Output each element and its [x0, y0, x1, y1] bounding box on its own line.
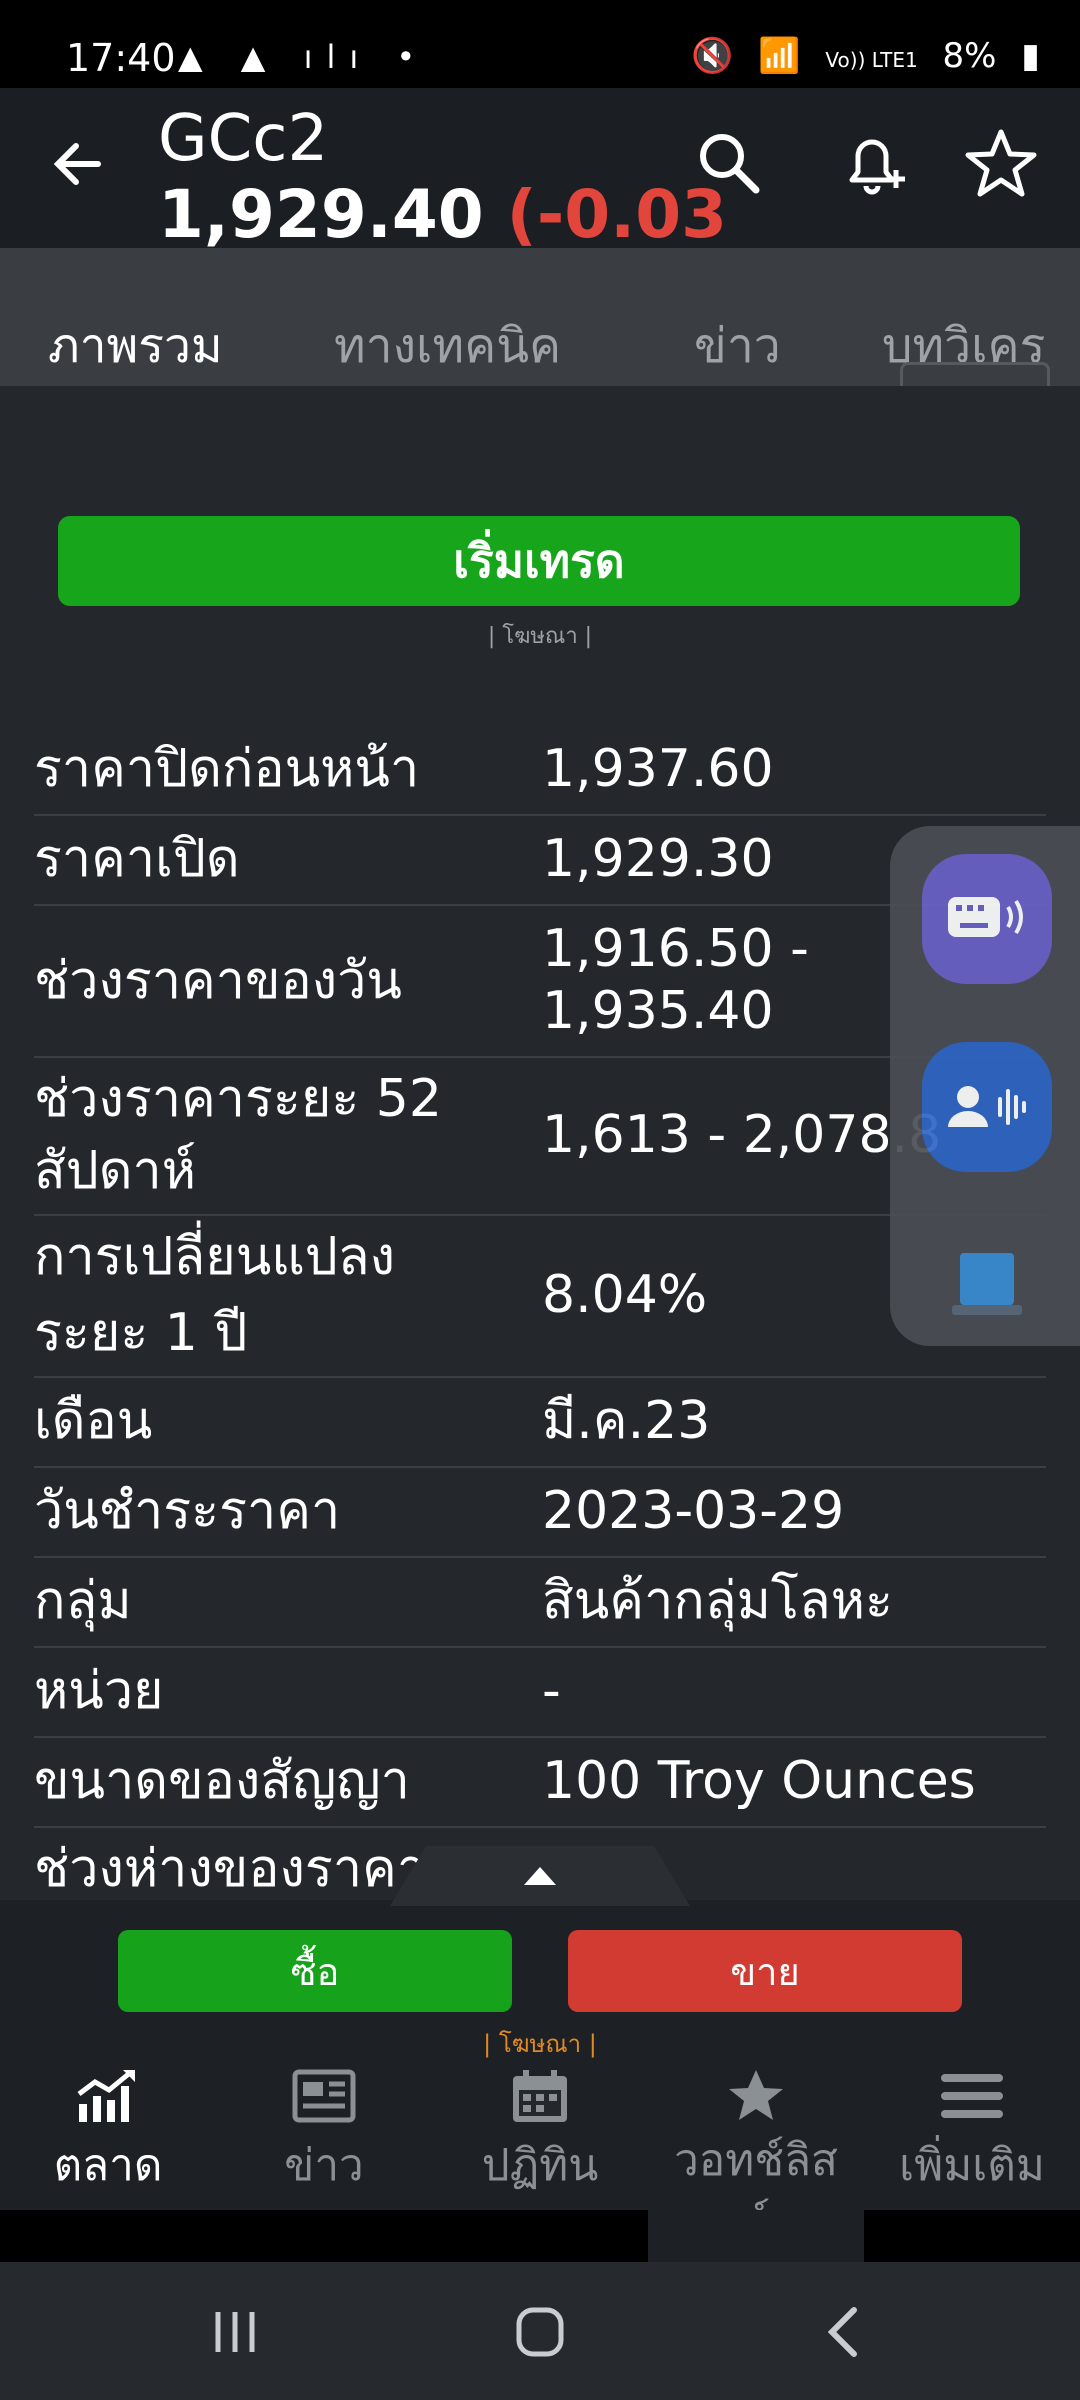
recent-apps-icon[interactable] — [200, 2302, 270, 2362]
info-label: ราคาปิดก่อนหน้า — [34, 739, 420, 799]
ad-label: | โฆษณา | — [487, 624, 593, 649]
info-value: 2023-03-29 — [542, 1481, 845, 1541]
nav-item-calendar[interactable]: ปฏิทิน — [432, 2066, 648, 2200]
info-label: วันชำระราคา — [34, 1481, 341, 1541]
price-line: 1,929.40 (-0.03 — [158, 176, 727, 253]
start-trade-button[interactable]: เริ่มเทรด — [58, 516, 1020, 606]
info-label: กลุ่ม — [34, 1571, 132, 1631]
info-value: 1,937.60 — [542, 739, 774, 799]
wifi-icon: 📶 — [758, 36, 801, 76]
system-nav-bar — [0, 2262, 1080, 2400]
chart-range-chip[interactable] — [900, 362, 1050, 386]
info-value: 100 Troy Ounces — [542, 1751, 976, 1811]
chart-icon — [77, 2070, 135, 2122]
info-label-line: สัปดาห์ — [34, 1141, 196, 1201]
back-icon[interactable] — [810, 2302, 880, 2362]
battery-icon: ▮ — [1021, 36, 1040, 76]
add-alert-bell-icon[interactable] — [838, 126, 912, 200]
status-right: 🔇 📶 Vo)) LTE1 8% ▮ — [677, 36, 1040, 76]
notification-icons: ▲ ▲ ılı • — [178, 38, 430, 76]
collapse-tab[interactable] — [390, 1846, 690, 1906]
nav-label: ปฏิทิน — [481, 2140, 599, 2191]
info-row-settlement-date: วันชำระราคา 2023-03-29 — [34, 1468, 1046, 1558]
screen-band — [0, 2210, 1080, 2262]
info-label: ช่วงห่างของราคา — [34, 1839, 427, 1899]
bottom-nav: ตลาด ข่าว ปฏิทิน วอทช์ลิสต์ เพิ่มเติม — [0, 2066, 1080, 2248]
floating-side-panel — [890, 826, 1080, 1346]
voice-keyboard-icon[interactable] — [922, 854, 1052, 984]
info-row-group: กลุ่ม สินค้ากลุ่มโลหะ — [34, 1558, 1046, 1648]
mute-icon: 🔇 — [691, 36, 734, 76]
info-value: มี.ค.23 — [542, 1391, 711, 1451]
info-label: ขนาดของสัญญา — [34, 1751, 410, 1811]
calendar-icon — [513, 2070, 567, 2122]
info-row-contract-size: ขนาดของสัญญา 100 Troy Ounces — [34, 1738, 1046, 1828]
info-value: 1,929.30 — [542, 829, 774, 889]
nav-label: เพิ่มเติม — [899, 2140, 1045, 2191]
nav-item-more[interactable]: เพิ่มเติม — [864, 2066, 1080, 2200]
tab-technical[interactable]: ทางเทคนิค — [334, 308, 561, 384]
info-value: สินค้ากลุ่มโลหะ — [542, 1571, 893, 1631]
status-bar: 17:40 ▲ ▲ ılı • 🔇 📶 Vo)) LTE1 8% ▮ — [0, 0, 1080, 88]
info-value: 1,613 - 2,078.8 — [542, 1105, 942, 1165]
voice-contact-icon[interactable] — [922, 1042, 1052, 1172]
network-label: Vo)) LTE1 — [825, 48, 918, 72]
search-icon[interactable] — [694, 128, 764, 198]
info-label: ช่วงราคาของวัน — [34, 951, 402, 1011]
info-row-month: เดือน มี.ค.23 — [34, 1378, 1046, 1468]
nav-label-overflow — [648, 2210, 864, 2262]
info-label: ราคาเปิด — [34, 829, 240, 889]
screen-device-icon[interactable] — [922, 1222, 1052, 1352]
nav-item-news[interactable]: ข่าว — [216, 2066, 432, 2200]
info-label-line: ระยะ 1 ปี — [34, 1303, 248, 1363]
news-icon — [292, 2069, 356, 2123]
info-label-line: การเปลี่ยนแปลง — [34, 1227, 396, 1287]
sell-button[interactable]: ขาย — [568, 1930, 962, 2012]
buy-button[interactable]: ซื้อ — [118, 1930, 512, 2012]
info-value-line: 1,935.40 — [542, 981, 774, 1041]
last-price: 1,929.40 — [158, 176, 484, 253]
chevron-up-icon — [524, 1867, 556, 1885]
menu-icon — [941, 2074, 1003, 2118]
instrument-symbol: GCc2 — [158, 102, 329, 176]
nav-label: ข่าว — [284, 2140, 364, 2191]
info-label-line: ช่วงราคาระยะ 52 — [34, 1069, 442, 1129]
nav-item-markets[interactable]: ตลาด — [0, 2066, 216, 2200]
info-value: - — [542, 1661, 561, 1721]
nav-label: ตลาด — [53, 2140, 163, 2191]
info-label: เดือน — [34, 1391, 153, 1451]
battery-level: 8% — [942, 36, 997, 76]
tab-news[interactable]: ข่าว — [694, 308, 781, 384]
info-value-line: 1,916.50 - — [542, 919, 809, 979]
tab-overview[interactable]: ภาพรวม — [48, 308, 223, 384]
watchlist-star-icon — [729, 2070, 783, 2120]
info-value: 8.04% — [542, 1265, 708, 1325]
app-header: GCc2 1,929.40 (-0.03 — [0, 88, 1080, 253]
info-row-prev-close: ราคาปิดก่อนหน้า 1,937.60 — [34, 726, 1046, 816]
status-time: 17:40 — [66, 36, 176, 80]
section-tabs: ภาพรวม ทางเทคนิค ข่าว บทวิเคร — [0, 248, 1080, 386]
home-icon[interactable] — [505, 2302, 575, 2362]
favorite-star-icon[interactable] — [964, 126, 1038, 200]
back-arrow-icon[interactable] — [46, 132, 110, 196]
ad-label-bottom: | โฆษณา | — [483, 2030, 597, 2058]
info-label: หน่วย — [34, 1661, 164, 1721]
info-row-unit: หน่วย - — [34, 1648, 1046, 1738]
